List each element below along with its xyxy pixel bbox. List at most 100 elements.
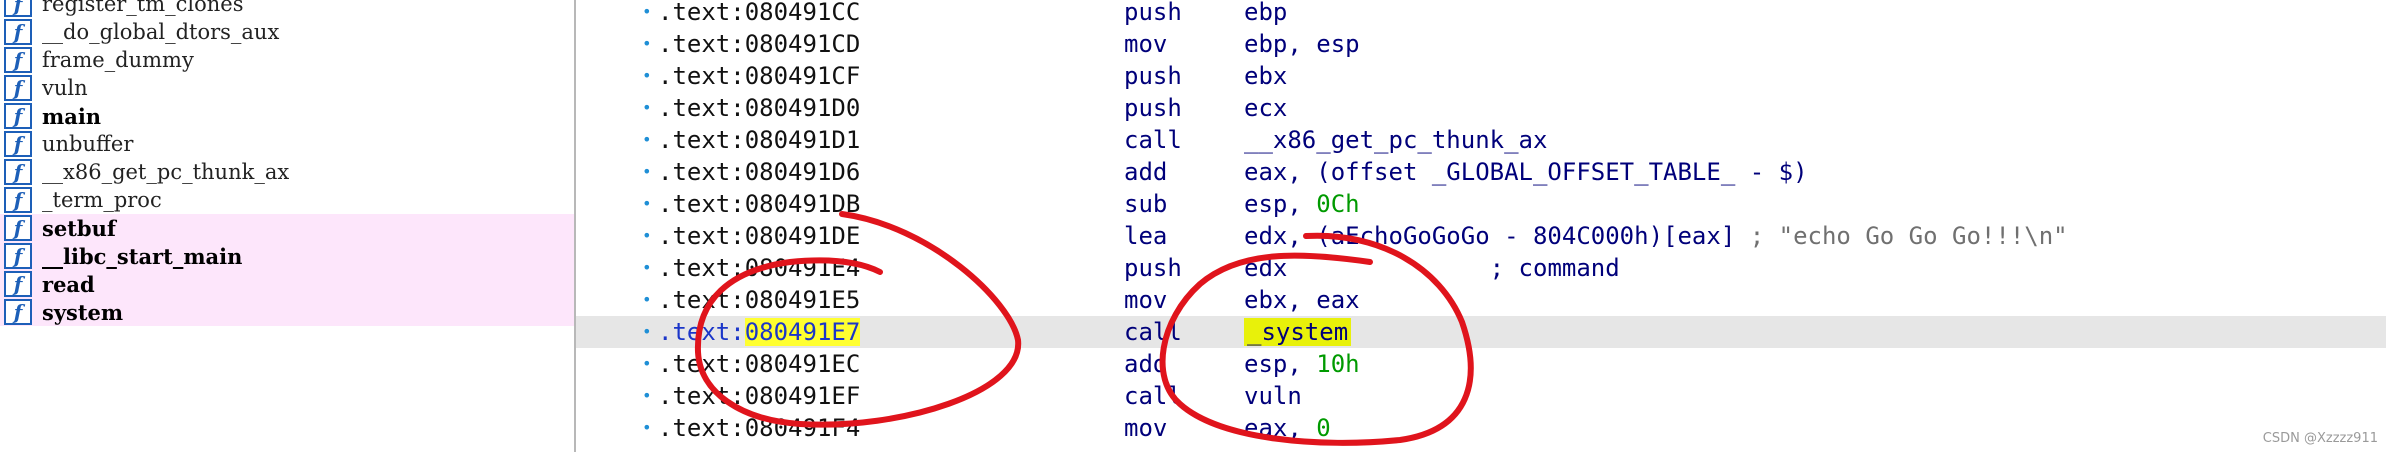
address-value: 080491E4 [744,254,861,282]
instruction-operands[interactable]: ebp [1244,0,1287,28]
address-label[interactable]: .text:080491D1 [658,124,860,156]
operand-text: esp, [1244,190,1317,218]
address-value: 080491EF [744,382,861,410]
function-list-item[interactable]: f setbuf [0,214,574,242]
function-icon: f [4,243,32,269]
instruction-mnemonic: mov [1124,286,1168,314]
address-label[interactable]: .text:080491E4 [658,252,860,284]
instruction-mnemonic: add [1124,350,1168,378]
function-list-item[interactable]: f read [0,270,574,298]
disassembly-line[interactable]: • .text:080491CC push ebp [576,0,2386,28]
function-list-item[interactable]: f __do_global_dtors_aux [0,18,574,46]
function-list-panel[interactable]: f register_tm_clones f __do_global_dtors_au… [0,0,576,452]
instruction-operands[interactable]: edx ; command [1244,252,1620,284]
function-icon: f [4,215,32,241]
function-name: frame_dummy [42,48,194,72]
function-list-item[interactable]: f main [0,102,574,130]
address-label[interactable]: .text:080491CC [658,0,860,28]
operand-comment: ; command [1287,254,1620,282]
function-list-item[interactable]: f vuln [0,74,574,102]
disassembly-line[interactable]: • .text:080491D0 push ecx [576,92,2386,124]
instruction-operands[interactable]: __x86_get_pc_thunk_ax [1244,124,1547,156]
line-marker-dot: • [642,226,652,245]
disassembly-line[interactable]: • .text:080491D1 call __x86_get_pc_thunk_ax [576,124,2386,156]
operand-text: ebp, esp [1244,30,1360,58]
line-marker-dot: • [642,98,652,117]
address-label[interactable]: .text:080491F4 [658,412,860,444]
function-list-item[interactable]: f __x86_get_pc_thunk_ax [0,158,574,186]
disassembly-line[interactable]: • .text:080491EC add esp, 10h [576,348,2386,380]
instruction-mnemonic: mov [1124,414,1168,442]
instruction-operands[interactable]: ecx [1244,92,1287,124]
instruction-operands[interactable]: vuln [1244,380,1302,412]
operand-text: eax, [1244,414,1317,442]
line-marker-dot: • [642,2,652,21]
disassembly-view[interactable]: • .text:080491CC push ebp • .text:080491CD mov… [576,0,2386,452]
address-value: 080491D1 [744,126,861,154]
instruction-mnemonic: push [1124,254,1182,282]
address-label[interactable]: .text:080491E5 [658,284,860,316]
function-list-item[interactable]: f unbuffer [0,130,574,158]
instruction-operands[interactable]: edx, (aEchoGoGoGo - 804C000h)[eax] ; "ec… [1244,220,2068,252]
address-label[interactable]: .text:080491CF [658,60,860,92]
line-marker-dot: • [642,34,652,53]
address-label[interactable]: .text:080491CD [658,28,860,60]
function-icon: f [4,103,32,129]
address-value: 080491DE [744,222,861,250]
address-value: 080491EC [744,350,861,378]
address-label[interactable]: .text:080491D6 [658,156,860,188]
address-label[interactable]: .text:080491DB [658,188,860,220]
function-icon: f [4,187,32,213]
address-label[interactable]: .text:080491DE [658,220,860,252]
instruction-operands[interactable]: ebx [1244,60,1287,92]
function-name: unbuffer [42,132,134,156]
instruction-operands[interactable]: eax, 0 [1244,412,1331,444]
instruction-operands[interactable]: ebx, eax [1244,284,1360,316]
address-label[interactable]: .text:080491EC [658,348,860,380]
address-label[interactable]: .text:080491D0 [658,92,860,124]
instruction-operands[interactable]: esp, 10h [1244,348,1360,380]
function-icon: f [4,159,32,185]
operand-text: vuln [1244,382,1302,410]
operand-text: ebx, eax [1244,286,1360,314]
operand-text: 0 [1316,414,1331,442]
disassembly-line[interactable]: • .text:080491DB sub esp, 0Ch [576,188,2386,220]
line-marker-dot: • [642,66,652,85]
function-icon: f [4,299,32,325]
disassembly-line[interactable]: • .text:080491E4 push edx ; command [576,252,2386,284]
disassembly-line[interactable]: • .text:080491DE lea edx, (aEchoGoGoGo - 80… [576,220,2386,252]
instruction-mnemonic: add [1124,158,1168,186]
address-value: 080491F4 [744,414,861,442]
function-name: system [42,299,124,325]
instruction-mnemonic: sub [1124,190,1168,218]
disassembly-line[interactable]: • .text:080491CF push ebx [576,60,2386,92]
instruction-operands[interactable]: eax, (offset _GLOBAL_OFFSET_TABLE_ - $) [1244,156,1808,188]
function-list-item[interactable]: f register_tm_clones [0,0,574,18]
function-name: _term_proc [42,188,162,212]
operand-text: ebx [1244,62,1288,90]
instruction-mnemonic: lea [1124,222,1168,250]
function-list-item[interactable]: f __libc_start_main [0,242,574,270]
address-value: 080491D0 [744,94,861,122]
disassembly-line[interactable]: • .text:080491E5 mov ebx, eax [576,284,2386,316]
instruction-operands[interactable]: esp, 0Ch [1244,188,1360,220]
line-marker-dot: • [642,258,652,277]
function-list-item[interactable]: f system [0,298,574,326]
function-icon: f [4,271,32,297]
highlighted-symbol[interactable]: _system [1244,318,1352,346]
line-marker-dot: • [642,130,652,149]
instruction-operands[interactable]: _system [1244,316,1352,348]
instruction-operands[interactable]: ebp, esp [1244,28,1360,60]
function-list-item[interactable]: f frame_dummy [0,46,574,74]
operand-comment: ; "echo Go Go Go!!!\n" [1735,222,2068,250]
current-address-highlight: 080491E7 [744,318,861,346]
address-label[interactable]: .text:080491EF [658,380,860,412]
disassembly-line[interactable]: • .text:080491F4 mov eax, 0 [576,412,2386,444]
disassembly-line[interactable]: • .text:080491EF call vuln [576,380,2386,412]
address-value: 080491CC [744,0,861,26]
disassembly-line[interactable]: • .text:080491D6 add eax, (offset _GLOBAL_O… [576,156,2386,188]
address-label[interactable]: .text:080491E7 [658,316,861,348]
disassembly-line[interactable]: • .text:080491CD mov ebp, esp [576,28,2386,60]
disassembly-line[interactable]: • .text:080491E7 call _system [576,316,2386,348]
function-list-item[interactable]: f _term_proc [0,186,574,214]
